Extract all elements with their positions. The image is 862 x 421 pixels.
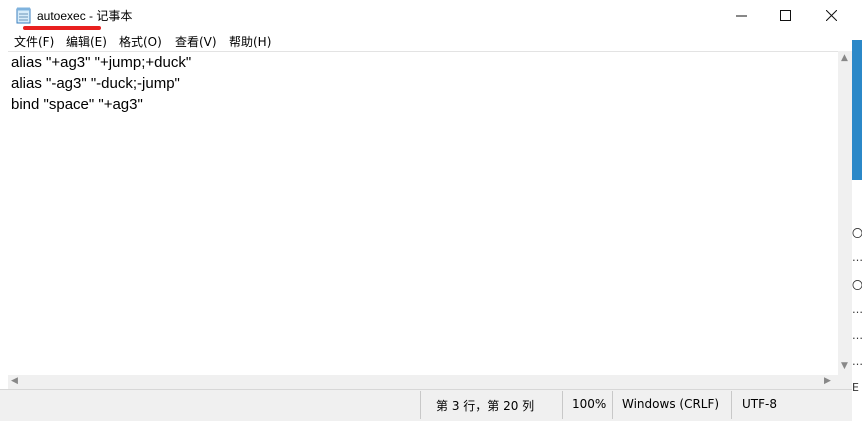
- menu-file[interactable]: 文件(F): [14, 33, 54, 50]
- background-window-text: …: [852, 251, 862, 264]
- minimize-button[interactable]: [718, 0, 764, 31]
- menu-bar: 文件(F) 编辑(E) 格式(O) 查看(V) 帮助(H): [0, 31, 852, 51]
- text-editor[interactable]: alias "+ag3" "+jump;+duck" alias "-ag3" …: [8, 51, 838, 376]
- status-divider: [612, 391, 613, 419]
- editor-line: bind "space" "+ag3": [11, 96, 143, 113]
- zoom-level: 100%: [572, 397, 607, 411]
- status-divider: [420, 391, 421, 419]
- close-button[interactable]: [808, 0, 854, 31]
- title-bar[interactable]: autoexec - 记事本: [0, 0, 852, 31]
- horizontal-scrollbar[interactable]: ◀ ▶: [8, 375, 838, 389]
- status-bar: 第 3 行，第 20 列 100% Windows (CRLF) UTF-8: [0, 389, 852, 421]
- scrollbar-corner: [838, 375, 852, 389]
- close-icon: [825, 10, 837, 21]
- menu-edit[interactable]: 编辑(E): [66, 33, 107, 50]
- background-window: 〇 … 〇 … … … E: [852, 0, 862, 421]
- editor-left-margin: [0, 51, 8, 389]
- scroll-down-icon[interactable]: ▼: [841, 361, 848, 371]
- cursor-position: 第 3 行，第 20 列: [436, 399, 535, 413]
- editor-line: alias "+ag3" "+jump;+duck": [11, 54, 192, 71]
- background-window-text: …: [852, 355, 862, 368]
- notepad-icon: [16, 7, 31, 24]
- status-divider: [731, 391, 732, 419]
- status-divider: [562, 391, 563, 419]
- background-window-text: …: [852, 329, 862, 342]
- scroll-up-icon[interactable]: ▲: [841, 53, 848, 63]
- background-window-text: …: [852, 303, 862, 316]
- background-window-text: E: [852, 381, 859, 394]
- scroll-right-icon[interactable]: ▶: [824, 376, 831, 386]
- background-window-text: 〇: [852, 279, 862, 292]
- background-window-text: 〇: [852, 227, 862, 240]
- red-annotation-underline: [23, 26, 101, 30]
- scroll-left-icon[interactable]: ◀: [11, 376, 18, 386]
- menu-view[interactable]: 查看(V): [175, 33, 217, 50]
- background-accent-strip: [852, 40, 862, 180]
- notepad-window: autoexec - 记事本 文件(F) 编辑(E) 格式(O) 查看(V) 帮…: [0, 0, 852, 421]
- window-title: autoexec - 记事本: [37, 9, 133, 23]
- encoding: UTF-8: [742, 397, 777, 411]
- minimize-icon: [735, 15, 747, 17]
- line-ending: Windows (CRLF): [622, 397, 720, 411]
- maximize-button[interactable]: [762, 0, 808, 31]
- editor-line: alias "-ag3" "-duck;-jump": [11, 75, 180, 92]
- vertical-scrollbar[interactable]: ▲ ▼: [838, 51, 852, 375]
- menu-format[interactable]: 格式(O): [119, 33, 162, 50]
- menu-help[interactable]: 帮助(H): [229, 33, 271, 50]
- maximize-icon: [779, 10, 791, 21]
